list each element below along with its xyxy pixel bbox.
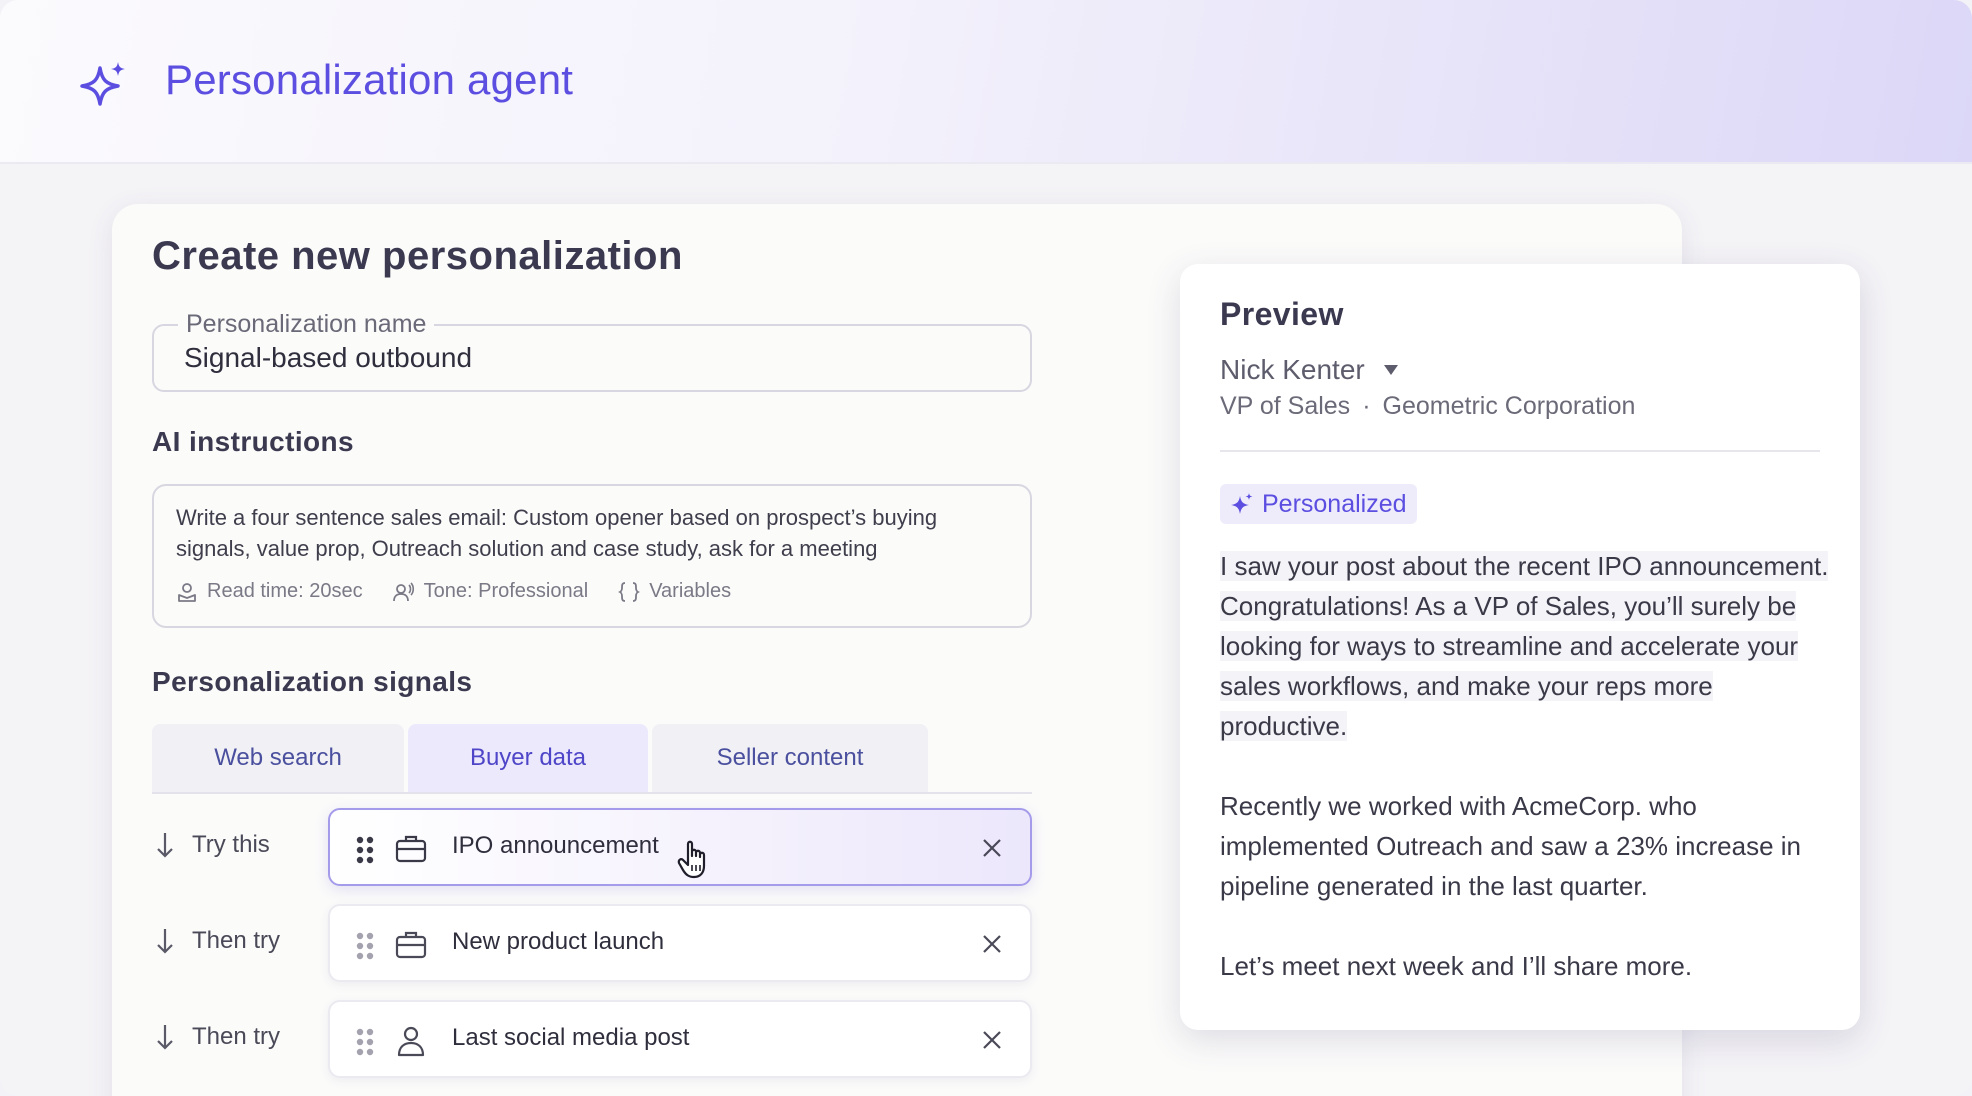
person-icon [397, 1026, 425, 1057]
app-title: Personalization agent [165, 56, 574, 103]
personalization-signals-heading: Personalization signals [152, 666, 473, 697]
personalized-badge: Personalized [1220, 484, 1417, 524]
ai-instructions-input[interactable]: Write a four sentence sales email: Custo… [152, 484, 1032, 628]
case-study-text: Recently we worked with AcmeCorp. who im… [1220, 791, 1801, 901]
variables-label: Variables [649, 580, 732, 602]
signal-step: Then try [152, 926, 280, 956]
arrow-down-icon [157, 833, 173, 858]
sparkle-icon [80, 62, 125, 106]
signal-tabs: Web search Buyer data Seller content [152, 724, 1032, 794]
signal-chip-new-product-launch[interactable]: New product launch [328, 904, 1032, 982]
personalization-name-field[interactable]: Personalization name Signal-based outbou… [152, 310, 1032, 392]
variables-item[interactable]: Variables [618, 580, 731, 603]
personalized-badge-label: Personalized [1262, 489, 1407, 518]
close-icon[interactable] [980, 932, 1004, 956]
speaker-icon [392, 581, 414, 601]
personalization-name-value[interactable]: Signal-based outbound [184, 342, 472, 374]
briefcase-icon [395, 835, 427, 863]
closing-text: Let’s meet next week and I’ll share more… [1220, 951, 1693, 981]
preview-title: Preview [1220, 296, 1344, 332]
email-preview-body: I saw your post about the recent IPO ann… [1220, 546, 1830, 1026]
signal-item-label: IPO announcement [452, 832, 659, 859]
drag-handle-icon[interactable] [354, 835, 376, 865]
drag-handle-icon[interactable] [354, 931, 376, 961]
close-icon[interactable] [980, 836, 1004, 860]
signal-step-label: Then try [192, 927, 281, 954]
card-title: Create new personalization [152, 234, 683, 278]
tab-seller-content[interactable]: Seller content [652, 724, 928, 792]
arrow-down-icon [157, 929, 173, 954]
read-time-label: Read time: 20sec [207, 580, 363, 602]
separator-dot: · [1362, 392, 1371, 420]
ai-instructions-heading: AI instructions [152, 426, 355, 457]
signal-row: Then try Last social media post [152, 1000, 1032, 1080]
signal-step-label: Then try [192, 1023, 281, 1050]
read-time-item[interactable]: Read time: 20sec [176, 580, 363, 603]
signal-item-label: Last social media post [452, 1024, 690, 1051]
contact-selector[interactable]: Nick Kenter [1220, 354, 1399, 386]
contact-company: Geometric Corporation [1382, 392, 1636, 420]
signal-step-label: Try this [192, 831, 270, 858]
tone-item[interactable]: Tone: Professional [392, 580, 589, 603]
preview-card: Preview Nick Kenter VP of Sales · Geomet… [1180, 264, 1860, 1030]
tab-web-search[interactable]: Web search [152, 724, 404, 792]
personalized-text: I saw your post about the recent IPO ann… [1220, 551, 1829, 741]
drag-handle-icon[interactable] [354, 1027, 376, 1057]
sparkle-icon [1231, 493, 1253, 514]
tone-label: Tone: Professional [423, 580, 589, 602]
braces-icon [618, 581, 641, 602]
signal-item-label: New product launch [452, 928, 665, 955]
signal-row: Try this IPO announcement [152, 808, 1032, 888]
contact-name: Nick Kenter [1220, 354, 1365, 385]
arrow-down-icon [157, 1025, 173, 1050]
tab-buyer-data[interactable]: Buyer data [408, 724, 648, 792]
divider [1220, 450, 1820, 452]
close-icon[interactable] [980, 1028, 1004, 1052]
app-header: Personalization agent [0, 0, 1972, 164]
instructions-meta: Read time: 20sec Tone: Professional Vari… [176, 580, 731, 603]
signal-step: Try this [152, 830, 270, 860]
briefcase-icon [395, 931, 427, 959]
contact-role: VP of Sales [1220, 392, 1351, 420]
contact-details: VP of Sales · Geometric Corporation [1220, 392, 1635, 421]
signal-chip-last-social-media-post[interactable]: Last social media post [328, 1000, 1032, 1078]
hand-cursor-icon [677, 840, 706, 879]
ai-instructions-text[interactable]: Write a four sentence sales email: Custo… [176, 502, 1006, 564]
personalization-name-label: Personalization name [178, 310, 435, 339]
app-window: Personalization agent Create new persona… [0, 0, 1972, 1096]
reader-icon [178, 582, 196, 602]
caret-down-icon[interactable] [1383, 364, 1399, 376]
signal-row: Then try New product launch [152, 904, 1032, 984]
signal-step: Then try [152, 1022, 280, 1052]
